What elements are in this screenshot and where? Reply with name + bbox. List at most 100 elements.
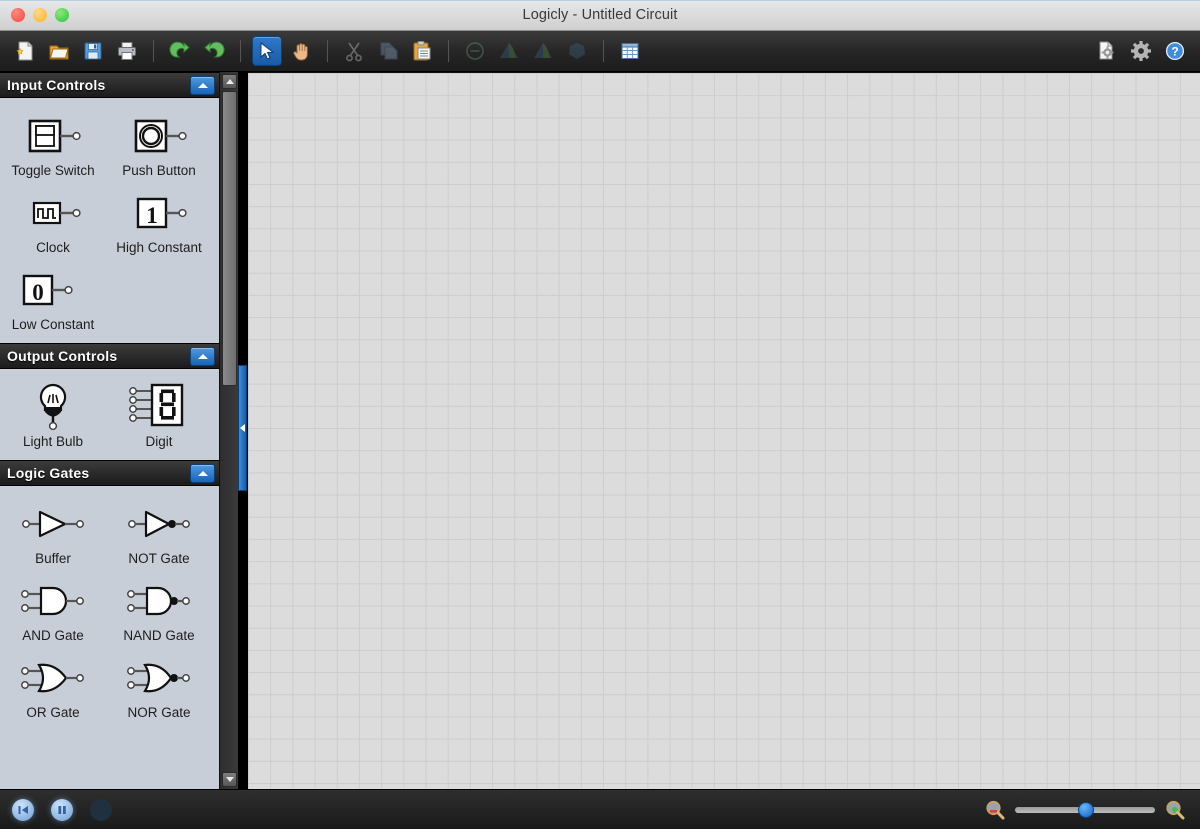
group-shape-button[interactable] <box>562 36 592 66</box>
palette-item-light-bulb[interactable]: Light Bulb <box>0 375 106 452</box>
palette-item-label: Toggle Switch <box>11 163 95 178</box>
collapse-input-controls-button[interactable] <box>190 76 215 95</box>
palette-item-not-gate[interactable]: NOT Gate <box>106 492 212 569</box>
palette-item-label: Light Bulb <box>22 434 84 449</box>
palette-item-and-gate[interactable]: AND Gate <box>0 569 106 646</box>
zoom-slider[interactable] <box>1015 802 1155 818</box>
high-constant-icon: 1 <box>124 189 194 237</box>
palette-section-header-logic-gates[interactable]: Logic Gates <box>0 460 219 486</box>
scroll-up-triangle-icon <box>225 79 234 84</box>
collapse-output-controls-button[interactable] <box>190 347 215 366</box>
chevron-up-icon <box>197 471 208 476</box>
palette-item-label: AND Gate <box>22 628 84 643</box>
restart-simulation-button[interactable] <box>12 798 34 821</box>
circuit-canvas[interactable] <box>248 72 1200 789</box>
palette-item-label: Digit <box>145 434 173 449</box>
toolbar-separator <box>603 40 604 62</box>
pan-tool-button[interactable] <box>286 36 316 66</box>
application-window: Logicly - Untitled Circuit ? Input Contr… <box>0 0 1200 829</box>
palette-item-label: NOR Gate <box>127 705 191 720</box>
toolbar-separator <box>153 40 154 62</box>
truth-table-button[interactable] <box>615 36 645 66</box>
close-window-button[interactable] <box>11 8 25 22</box>
palette-section-header-output-controls[interactable]: Output Controls <box>0 343 219 369</box>
title-bar: Logicly - Untitled Circuit <box>0 0 1200 31</box>
palette-item-toggle-switch[interactable]: Toggle Switch <box>0 104 106 181</box>
select-tool-button[interactable] <box>252 36 282 66</box>
nor-gate-icon <box>121 654 197 702</box>
palette-item-low-constant[interactable]: 0 Low Constant <box>0 258 106 335</box>
scroll-down-arrow-icon[interactable] <box>222 772 237 787</box>
scroll-down-triangle-icon <box>225 777 234 782</box>
palette-item-label: Clock <box>36 240 70 255</box>
cut-button[interactable] <box>339 36 369 66</box>
palette-section-title: Output Controls <box>7 348 118 364</box>
new-document-button[interactable] <box>10 36 40 66</box>
skip-back-icon <box>18 805 28 814</box>
svg-text:?: ? <box>1171 45 1178 59</box>
palette-item-clock[interactable]: Clock <box>0 181 106 258</box>
redo-button[interactable] <box>199 36 229 66</box>
palette-item-push-button[interactable]: Push Button <box>106 104 212 181</box>
send-backward-button[interactable] <box>528 36 558 66</box>
zoom-window-button[interactable] <box>55 8 69 22</box>
not-gate-icon <box>121 500 197 548</box>
and-gate-icon <box>15 577 91 625</box>
status-bar <box>0 789 1200 829</box>
palette-section-header-input-controls[interactable]: Input Controls <box>0 72 219 98</box>
main-toolbar: ? <box>0 31 1200 72</box>
palette-item-digit[interactable]: Digit <box>106 375 212 452</box>
zoom-in-magnifier-icon[interactable] <box>1164 799 1186 821</box>
paste-button[interactable] <box>407 36 437 66</box>
preferences-button[interactable] <box>1126 36 1156 66</box>
document-properties-button[interactable] <box>1092 36 1122 66</box>
palette-item-label: Buffer <box>35 551 71 566</box>
palette-item-buffer[interactable]: Buffer <box>0 492 106 569</box>
palette-item-label: OR Gate <box>26 705 80 720</box>
palette-item-nor-gate[interactable]: NOR Gate <box>106 646 212 723</box>
step-simulation-button[interactable] <box>90 798 112 821</box>
zoom-slider-handle[interactable] <box>1078 802 1094 818</box>
pause-simulation-button[interactable] <box>51 798 73 821</box>
collapse-logic-gates-button[interactable] <box>190 464 215 483</box>
component-palette[interactable]: Input Controls Toggle Switch Push Button… <box>0 72 219 789</box>
chevron-up-icon <box>197 354 208 359</box>
palette-item-high-constant[interactable]: 1 High Constant <box>106 181 212 258</box>
pause-icon <box>58 805 66 814</box>
save-document-button[interactable] <box>78 36 108 66</box>
scroll-up-arrow-icon[interactable] <box>222 74 237 89</box>
print-button[interactable] <box>112 36 142 66</box>
seven-segment-digit-icon <box>120 383 198 431</box>
toolbar-separator <box>448 40 449 62</box>
open-document-button[interactable] <box>44 36 74 66</box>
palette-section-title: Logic Gates <box>7 465 90 481</box>
clock-waveform-icon <box>18 189 88 237</box>
nand-gate-icon <box>121 577 197 625</box>
zoom-out-magnifier-icon[interactable] <box>984 799 1006 821</box>
buffer-gate-icon <box>15 500 91 548</box>
chevron-left-icon <box>240 424 245 432</box>
toggle-switch-icon <box>18 112 88 160</box>
svg-text:1: 1 <box>146 203 158 228</box>
palette-scrollbar[interactable] <box>219 72 238 789</box>
palette-item-label: Push Button <box>122 163 196 178</box>
palette-item-or-gate[interactable]: OR Gate <box>0 646 106 723</box>
palette-section-body-output-controls: Light Bulb Digit <box>0 369 219 460</box>
window-controls <box>11 8 69 22</box>
low-constant-icon: 0 <box>18 266 88 314</box>
light-bulb-icon <box>18 383 88 431</box>
push-button-icon <box>124 112 194 160</box>
copy-button[interactable] <box>373 36 403 66</box>
palette-item-nand-gate[interactable]: NAND Gate <box>106 569 212 646</box>
undo-button[interactable] <box>165 36 195 66</box>
scrollbar-thumb[interactable] <box>222 91 237 386</box>
or-gate-icon <box>15 654 91 702</box>
svg-text:0: 0 <box>32 280 44 305</box>
bring-forward-button[interactable] <box>494 36 524 66</box>
palette-item-label: High Constant <box>116 240 202 255</box>
delete-button[interactable] <box>460 36 490 66</box>
panel-collapse-handle[interactable] <box>238 365 247 491</box>
help-button[interactable]: ? <box>1160 36 1190 66</box>
minimize-window-button[interactable] <box>33 8 47 22</box>
simulation-transport-controls <box>0 798 112 821</box>
